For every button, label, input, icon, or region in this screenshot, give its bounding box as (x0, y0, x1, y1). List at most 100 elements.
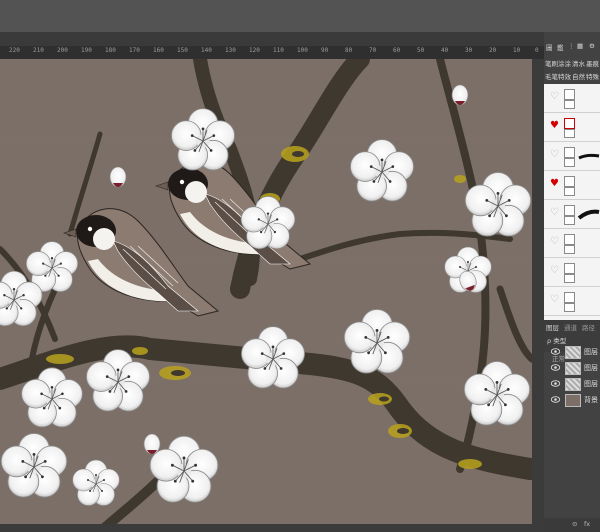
fx-icon[interactable]: fx (584, 520, 590, 528)
ruler-tick: 10 (513, 47, 521, 54)
vertical-scrollbar[interactable] (532, 59, 544, 532)
ruler-tick: 150 (177, 47, 188, 54)
tab-smear[interactable]: 涂涂 (558, 58, 571, 68)
document-canvas[interactable] (0, 59, 532, 532)
tab-ink[interactable]: 墨痕 (586, 58, 599, 68)
brush-preset[interactable]: ♥ (544, 113, 600, 142)
preset-box-icon (564, 129, 575, 138)
layer-name: 图层 (584, 348, 598, 356)
horizontal-ruler: 220 210 200 190 180 170 160 150 140 130 … (0, 46, 544, 59)
heart-outline-icon[interactable]: ♡ (550, 237, 559, 247)
preset-box-icon (564, 292, 575, 303)
brush-stroke-preview (577, 209, 600, 220)
brush-preset[interactable]: ♡ (544, 84, 600, 113)
tab-paths[interactable]: 路径 (582, 322, 595, 332)
ruler-tick: 50 (417, 47, 425, 54)
brush-preset-list[interactable]: ♡ ♥ ♡ ♥ ♡ ♡ ♡ ♡ (544, 84, 600, 320)
heart-filled-icon[interactable]: ♥ (550, 179, 559, 189)
ruler-tick: 90 (321, 47, 329, 54)
right-panel-dock: 圖 鑑 ⋮ ▦ ⚙ 笔刷 涂涂 清水 墨痕 毛笔 特效 自然 特殊 ♡ ♥ ♡ … (544, 32, 600, 532)
plum-blossom-birds-artwork (0, 59, 532, 532)
tab-brush[interactable]: 笔刷 (545, 58, 558, 68)
brush-preset[interactable]: ♡ (544, 142, 600, 171)
ruler-tick: 20 (489, 47, 497, 54)
eye-icon[interactable] (551, 348, 560, 355)
preset-box-icon (564, 303, 575, 312)
brush-preset[interactable]: ♡ (544, 229, 600, 258)
tab-layers[interactable]: 图层 (546, 322, 559, 332)
layer-thumbnail (565, 346, 581, 359)
brush-preset[interactable]: ♡ (544, 200, 600, 229)
layer-row[interactable]: 图层 (544, 377, 600, 391)
tab-effects[interactable]: 特效 (558, 71, 571, 81)
ruler-tick: 210 (33, 47, 44, 54)
photoshop-window: 220 210 200 190 180 170 160 150 140 130 … (0, 0, 600, 532)
eye-icon[interactable] (551, 380, 560, 387)
heart-filled-icon[interactable]: ♥ (550, 121, 559, 131)
ruler-tick: 110 (273, 47, 284, 54)
tab-natural[interactable]: 自然 (572, 71, 585, 81)
panel-icon[interactable]: ⋮ (568, 42, 575, 50)
heart-outline-icon[interactable]: ♡ (550, 208, 559, 218)
layers-panel-footer: ⊝ fx (544, 518, 600, 532)
ruler-tick: 180 (105, 47, 116, 54)
layer-name: 图层 (584, 380, 598, 388)
preset-box-icon (564, 274, 575, 283)
heart-outline-icon[interactable]: ♡ (550, 266, 559, 276)
brush-preset[interactable]: ♡ (544, 258, 600, 287)
options-bar (0, 0, 600, 32)
ruler-tick: 140 (201, 47, 212, 54)
panel-icon[interactable]: 圖 (546, 42, 553, 52)
panel-icon-row: 圖 鑑 ⋮ ▦ ⚙ (544, 42, 600, 54)
layer-thumbnail (565, 394, 581, 407)
tab-special[interactable]: 特殊 (586, 71, 599, 81)
ruler-tick: 160 (153, 47, 164, 54)
heart-outline-icon[interactable]: ♡ (550, 295, 559, 305)
panel-icon[interactable]: ⚙ (589, 42, 595, 50)
preset-box-icon (564, 89, 575, 100)
link-layers-icon[interactable]: ⊝ (572, 520, 577, 528)
tab-channels[interactable]: 通道 (564, 322, 577, 332)
ruler-tick: 120 (249, 47, 260, 54)
panel-icon[interactable]: ▦ (577, 42, 583, 50)
ruler-tick: 200 (57, 47, 68, 54)
layer-row[interactable]: 图层 (544, 361, 600, 375)
ruler-tick: 0 (535, 47, 539, 54)
preset-box-icon (564, 205, 575, 216)
heart-outline-icon[interactable]: ♡ (550, 92, 559, 102)
preset-box-icon (564, 245, 575, 254)
preset-box-icon (564, 216, 575, 225)
ruler-tick: 170 (129, 47, 140, 54)
horizontal-scrollbar[interactable] (0, 524, 532, 532)
preset-box-icon (564, 118, 575, 129)
ruler-tick: 100 (297, 47, 308, 54)
layer-name: 背景 (584, 396, 598, 404)
layer-row[interactable]: 图层 (544, 345, 600, 359)
preset-box-icon (564, 234, 575, 245)
layer-name: 图层 (584, 364, 598, 372)
eye-icon[interactable] (551, 396, 560, 403)
ruler-tick: 40 (441, 47, 449, 54)
brush-preset[interactable]: ♡ (544, 287, 600, 316)
brush-preset[interactable]: ♥ (544, 171, 600, 200)
document-tab-strip[interactable] (0, 32, 600, 46)
layer-row[interactable]: 背景 (544, 393, 600, 407)
ruler-tick: 30 (465, 47, 473, 54)
layer-filter-dropdown[interactable]: ρ 类型 (547, 335, 566, 345)
ruler-tick: 70 (369, 47, 377, 54)
ruler-tick: 220 (9, 47, 20, 54)
ruler-tick: 130 (225, 47, 236, 54)
ruler-tick: 190 (81, 47, 92, 54)
heart-outline-icon[interactable]: ♡ (550, 150, 559, 160)
preset-box-icon (564, 176, 575, 187)
tab-water[interactable]: 清水 (572, 58, 585, 68)
panel-icon[interactable]: 鑑 (557, 42, 564, 52)
preset-box-icon (564, 147, 575, 158)
ruler-tick: 60 (393, 47, 401, 54)
tab-calligraphy[interactable]: 毛笔 (545, 71, 558, 81)
layer-thumbnail (565, 362, 581, 375)
eye-icon[interactable] (551, 364, 560, 371)
preset-box-icon (564, 158, 575, 167)
brush-stroke-preview (578, 153, 600, 160)
preset-box-icon (564, 187, 575, 196)
